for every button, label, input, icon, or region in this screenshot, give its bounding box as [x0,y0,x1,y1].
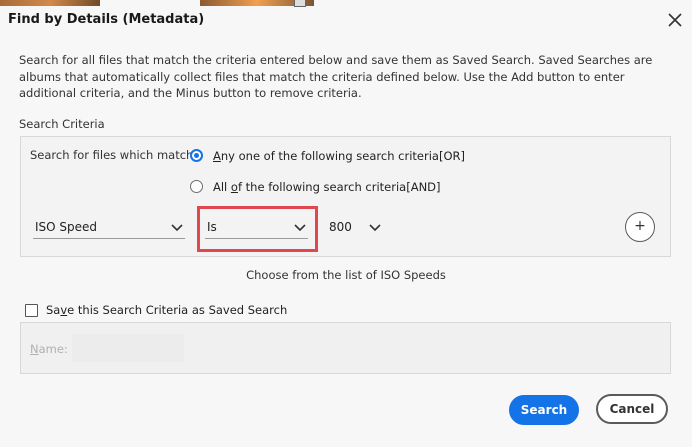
background-photo-strip [0,0,100,6]
name-input[interactable] [72,334,184,362]
chevron-down-icon [171,224,183,232]
dialog-title: Find by Details (Metadata) [8,12,205,27]
cancel-button[interactable]: Cancel [596,394,668,424]
name-field-label: Name: [30,342,68,356]
radio-all-criteria-label[interactable]: All of the following search criteria[AND… [213,180,441,194]
search-criteria-label: Search Criteria [19,117,105,131]
add-criteria-button[interactable]: + [625,212,655,242]
save-search-label[interactable]: Save this Search Criteria as Saved Searc… [46,303,287,317]
value-dropdown[interactable]: 800 [327,216,383,238]
find-by-details-dialog: Find by Details (Metadata) Search for al… [0,0,692,447]
chevron-down-icon [369,224,381,232]
radio-any-criteria[interactable] [190,149,203,162]
close-icon[interactable] [668,12,682,27]
radio-all-criteria[interactable] [190,180,203,193]
value-dropdown-value: 800 [329,220,352,234]
search-button[interactable]: Search [509,395,579,425]
dialog-description: Search for all files that match the crit… [19,53,653,100]
criteria-hint: Choose from the list of ISO Speeds [246,268,446,282]
radio-any-criteria-label[interactable]: Any one of the following search criteria… [213,149,465,163]
background-photo-marker [294,0,306,7]
field-dropdown-value: ISO Speed [35,220,98,234]
match-label: Search for files which match: [30,148,198,162]
operator-highlight-box [197,206,318,252]
save-search-checkbox[interactable] [25,304,38,317]
field-dropdown[interactable]: ISO Speed [33,216,185,239]
